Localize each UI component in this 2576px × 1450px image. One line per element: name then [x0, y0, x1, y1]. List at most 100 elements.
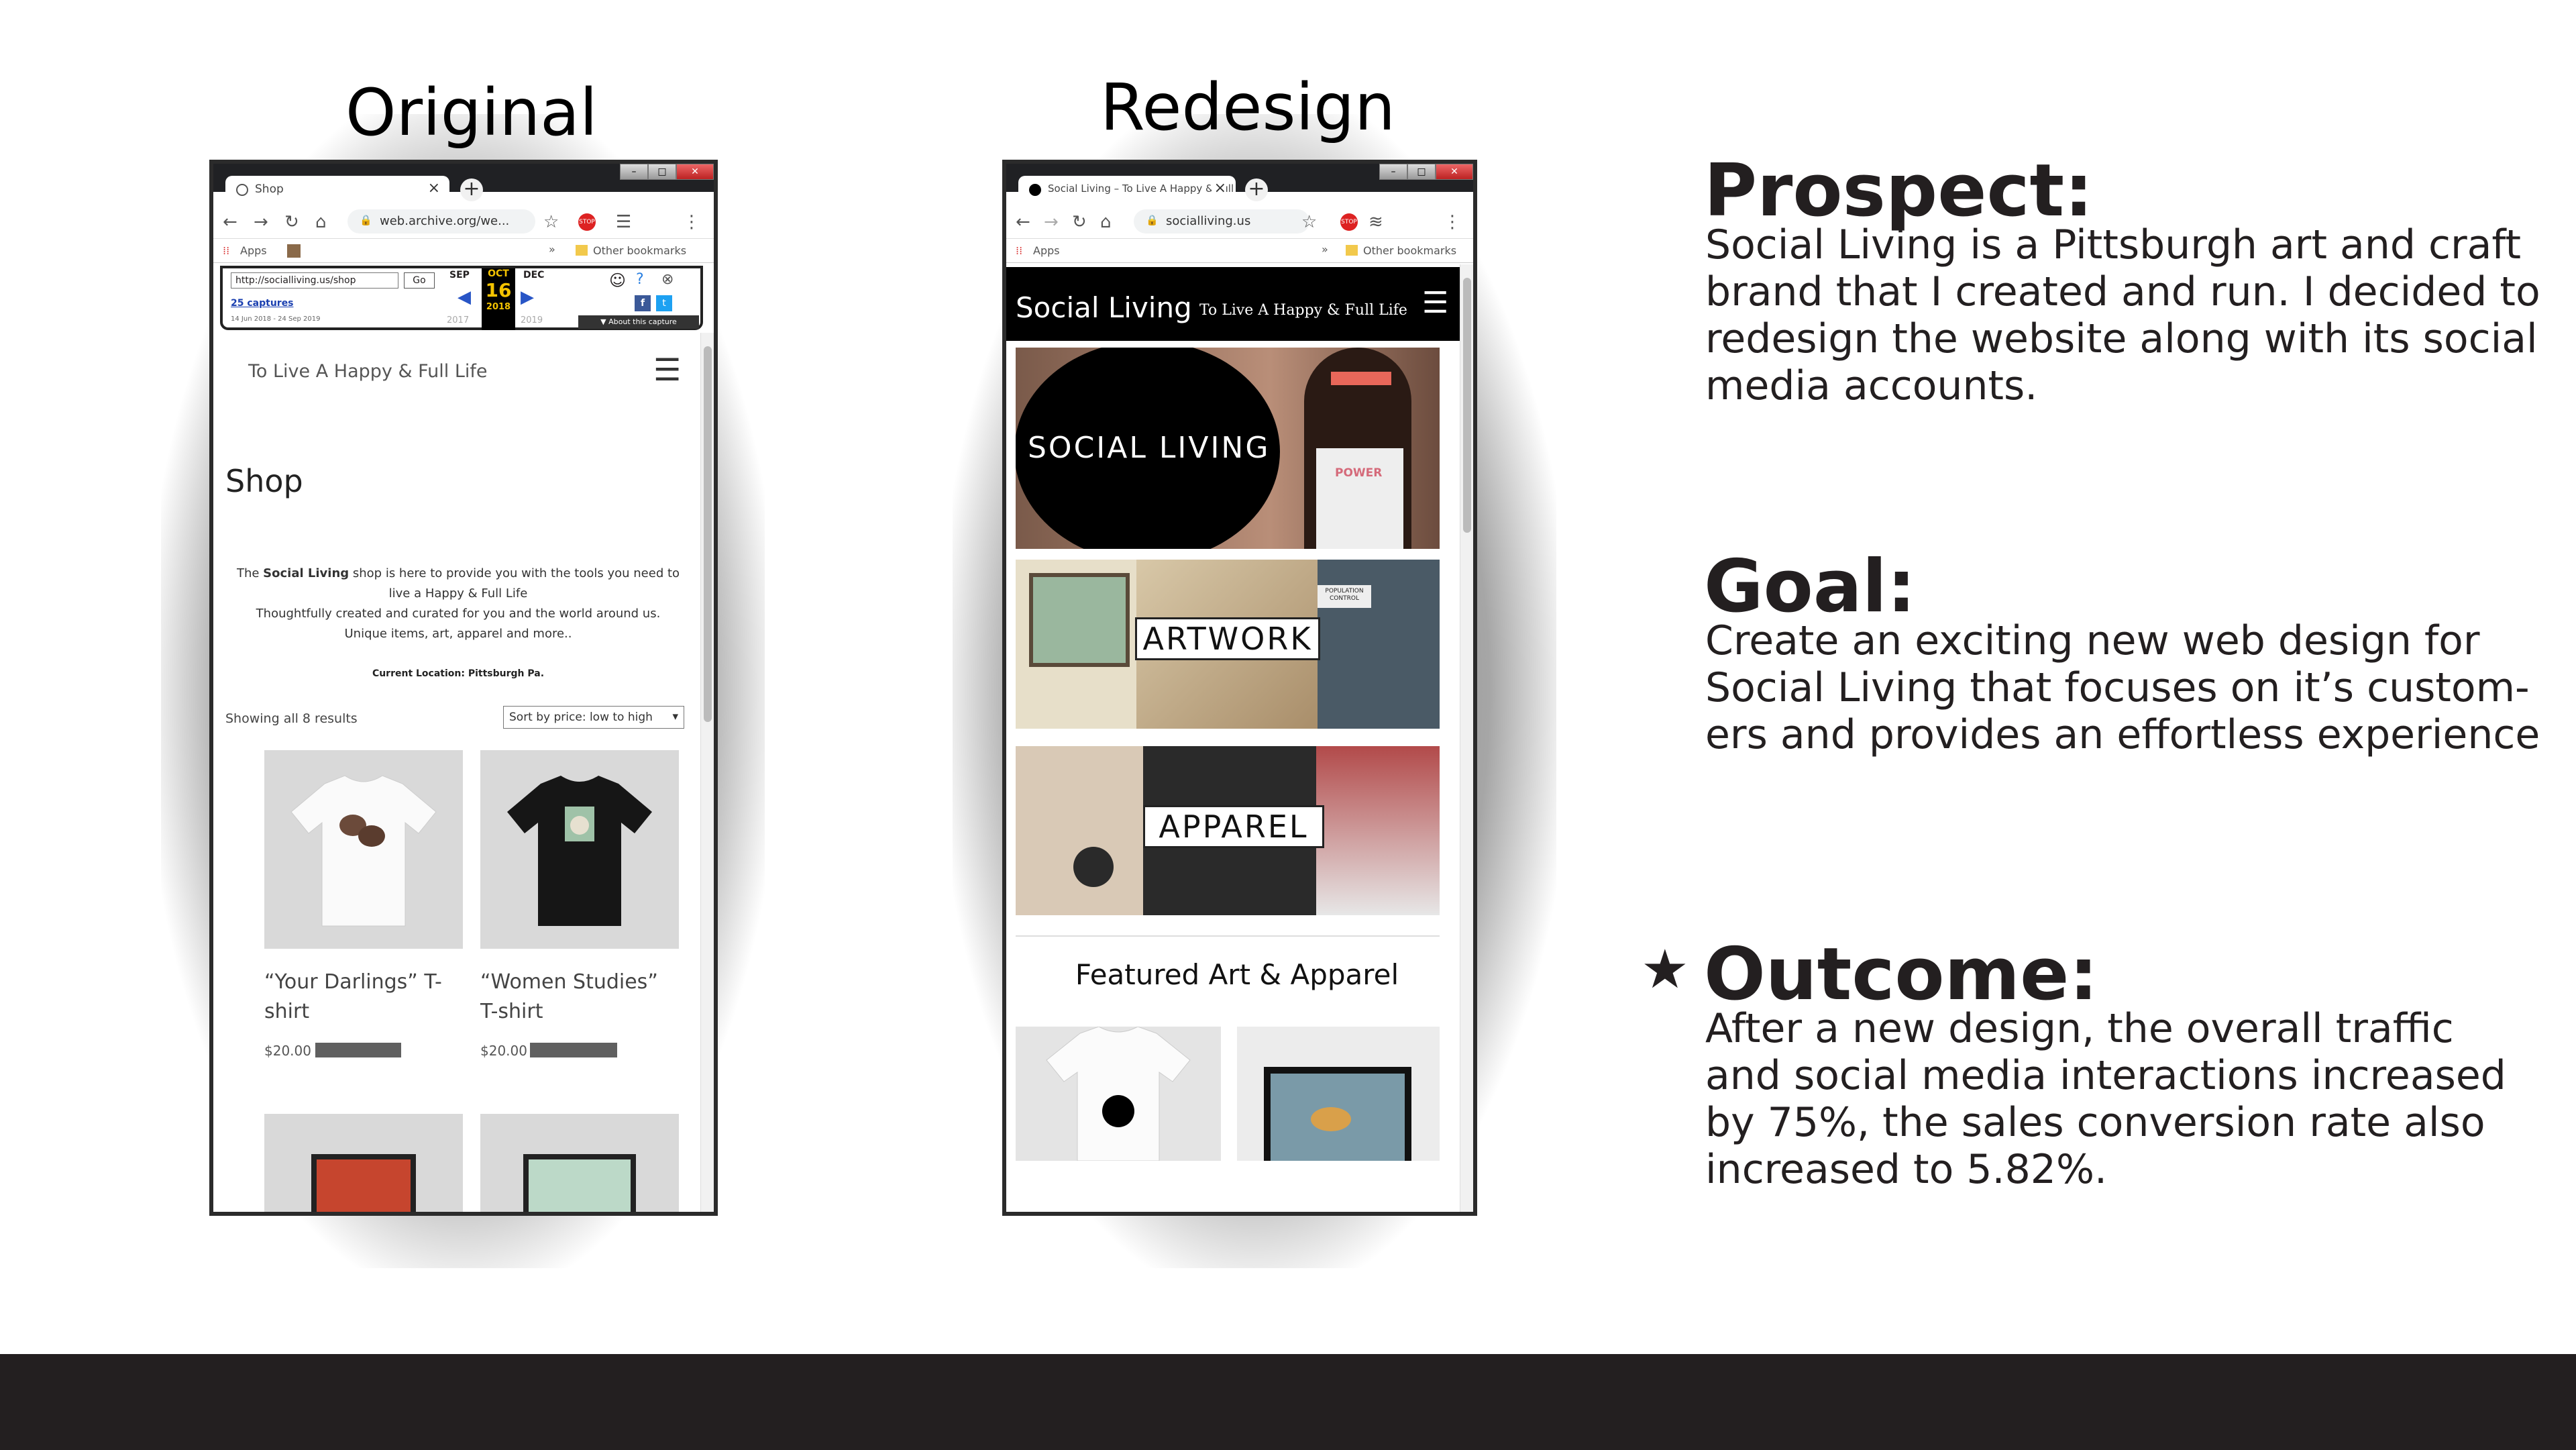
scrollbar-thumb[interactable] — [704, 346, 712, 722]
back-icon[interactable]: ← — [1016, 212, 1030, 232]
address-bar[interactable]: 🔒 web.archive.org/we... — [347, 209, 535, 234]
year-prev[interactable]: 2017 — [447, 315, 469, 325]
apps-link[interactable]: Apps — [1033, 244, 1060, 257]
goal-line: Create an exciting new web design for — [1705, 617, 2480, 664]
product-image[interactable] — [480, 750, 679, 949]
new-tab-button[interactable]: + — [460, 178, 483, 201]
chevron-right-icon[interactable]: » — [549, 243, 555, 256]
artwork-label: ARTWORK — [1135, 617, 1320, 660]
current-capture-block: OCT 16 2018 — [482, 268, 515, 330]
browser-tab[interactable]: Shop × — [225, 176, 449, 204]
other-bookmarks[interactable]: Other bookmarks — [593, 244, 686, 257]
menu-dots-icon[interactable]: ⋮ — [683, 212, 700, 232]
close-tab-icon[interactable]: × — [1211, 180, 1226, 197]
chevron-right-icon[interactable]: » — [1322, 243, 1328, 256]
about-capture-button[interactable]: ▼ About this capture — [578, 315, 699, 329]
prospect-line: Social Living is a Pittsburgh art and cr… — [1705, 221, 2522, 268]
add-to-cart-button[interactable] — [530, 1043, 617, 1057]
apps-link[interactable]: Apps — [240, 244, 267, 257]
bookmarks-bar: ⁞⁞ Apps » Other bookmarks — [213, 239, 714, 263]
hero-banner[interactable]: SOCIAL LIVING POWER — [1016, 348, 1440, 549]
reading-list-icon[interactable]: ☰ — [616, 212, 631, 232]
back-icon[interactable]: ← — [223, 212, 237, 232]
sort-select[interactable]: Sort by price: low to high ▾ — [503, 706, 684, 729]
month-next[interactable]: DEC — [523, 270, 544, 280]
new-tab-button[interactable]: + — [1245, 178, 1268, 201]
captures-link[interactable]: 25 captures — [231, 298, 294, 309]
section-divider — [1016, 935, 1440, 937]
reload-icon[interactable]: ↻ — [1072, 212, 1087, 232]
product-price: $20.00 — [480, 1043, 527, 1059]
close-window-button[interactable]: ✕ — [1436, 164, 1473, 180]
scrollbar-thumb[interactable] — [1463, 278, 1471, 533]
home-icon[interactable]: ⌂ — [1100, 212, 1112, 232]
year-next[interactable]: 2019 — [521, 315, 543, 325]
menu-dots-icon[interactable]: ⋮ — [1444, 212, 1461, 232]
month-prev[interactable]: SEP — [449, 270, 470, 280]
hamburger-menu-icon[interactable]: ☰ — [653, 352, 681, 388]
address-bar[interactable]: 🔒 socialliving.us — [1134, 209, 1309, 234]
forward-icon[interactable]: → — [1044, 212, 1059, 232]
prospect-line: redesign the website along with its soci… — [1705, 315, 2538, 362]
home-icon[interactable]: ⌂ — [315, 212, 327, 232]
other-bookmarks[interactable]: Other bookmarks — [1363, 244, 1456, 257]
maximize-button[interactable]: □ — [1407, 164, 1436, 180]
logo-patch-image — [1073, 847, 1114, 887]
product-title[interactable]: “Your Darlings” T-shirt — [264, 968, 463, 1027]
browser-tab[interactable]: Social Living – To Live A Happy & Full L… — [1018, 176, 1236, 204]
artwork-category-tile[interactable]: POPULATION CONTROL ARTWORK — [1016, 560, 1440, 729]
product-image[interactable] — [480, 1114, 679, 1212]
product-image[interactable] — [264, 1114, 463, 1212]
forward-icon[interactable]: → — [254, 212, 268, 232]
scrollbar[interactable] — [1460, 264, 1473, 1212]
add-to-cart-button[interactable] — [315, 1043, 401, 1057]
redesign-page-content: Social Living To Live A Happy & Full Lif… — [1006, 264, 1468, 1212]
prev-capture-arrow[interactable]: ◀ — [458, 287, 471, 307]
hamburger-menu-icon[interactable]: ☰ — [1422, 286, 1448, 320]
stop-extension-icon[interactable]: STOP — [1340, 213, 1358, 231]
stop-extension-icon[interactable]: STOP — [578, 213, 596, 231]
bookmark-favicon[interactable] — [287, 244, 301, 258]
month-current: OCT — [488, 268, 509, 279]
product-price: $20.00 — [264, 1043, 311, 1059]
user-icon[interactable]: ☺ — [609, 271, 626, 290]
twitter-icon[interactable]: t — [656, 295, 672, 311]
minimize-button[interactable]: – — [1379, 164, 1407, 180]
featured-product-image[interactable] — [1016, 1027, 1221, 1161]
bookmark-star-icon[interactable]: ☆ — [543, 212, 559, 232]
apparel-category-tile[interactable]: APPAREL — [1016, 746, 1440, 915]
about-capture-label: About this capture — [608, 317, 677, 326]
globe-icon — [236, 184, 248, 196]
minimize-button[interactable]: – — [620, 164, 648, 180]
outcome-line: and social media interactions increased — [1705, 1052, 2506, 1099]
product-image[interactable] — [264, 750, 463, 949]
tab-title: Social Living – To Live A Happy & Full L… — [1048, 183, 1236, 195]
face-censor-bar — [1331, 372, 1391, 385]
wayback-toolbar: http://socialliving.us/shop Go 25 captur… — [220, 266, 703, 330]
capture-date-range: 14 Jun 2018 - 24 Sep 2019 — [231, 315, 321, 323]
about-capture-arrow-icon: ▼ — [600, 317, 609, 326]
intro-line-2: Thoughtfully created and curated for you… — [256, 607, 661, 621]
outcome-body: After a new design, the overall traffic … — [1705, 1005, 2506, 1193]
outcome-title: Outcome: — [1704, 933, 2098, 1017]
close-window-button[interactable]: ✕ — [676, 164, 714, 180]
layers-extension-icon[interactable]: ≋ — [1368, 212, 1383, 232]
featured-product-image[interactable] — [1237, 1027, 1440, 1161]
site-brand[interactable]: Social Living — [1016, 291, 1192, 324]
next-capture-arrow[interactable]: ▶ — [521, 287, 534, 307]
wayback-url-input[interactable]: http://socialliving.us/shop — [231, 272, 398, 289]
close-toolbar-icon[interactable]: ⊗ — [661, 271, 674, 288]
outcome-line: by 75%, the sales conversion rate also — [1705, 1099, 2485, 1146]
scrollbar[interactable] — [700, 333, 714, 1212]
maximize-button[interactable]: □ — [648, 164, 676, 180]
goal-body: Create an exciting new web design for So… — [1705, 617, 2540, 758]
bookmark-star-icon[interactable]: ☆ — [1301, 212, 1317, 232]
product-title[interactable]: “Women Studies” T-shirt — [480, 968, 679, 1027]
site-tagline: To Live A Happy & Full Life — [1199, 302, 1407, 319]
facebook-icon[interactable]: f — [635, 295, 651, 311]
wayback-go-button[interactable]: Go — [404, 272, 435, 289]
help-icon[interactable]: ? — [636, 271, 644, 288]
eye-artwork-detail — [1311, 1107, 1351, 1131]
close-tab-icon[interactable]: × — [428, 180, 440, 197]
reload-icon[interactable]: ↻ — [284, 212, 299, 232]
